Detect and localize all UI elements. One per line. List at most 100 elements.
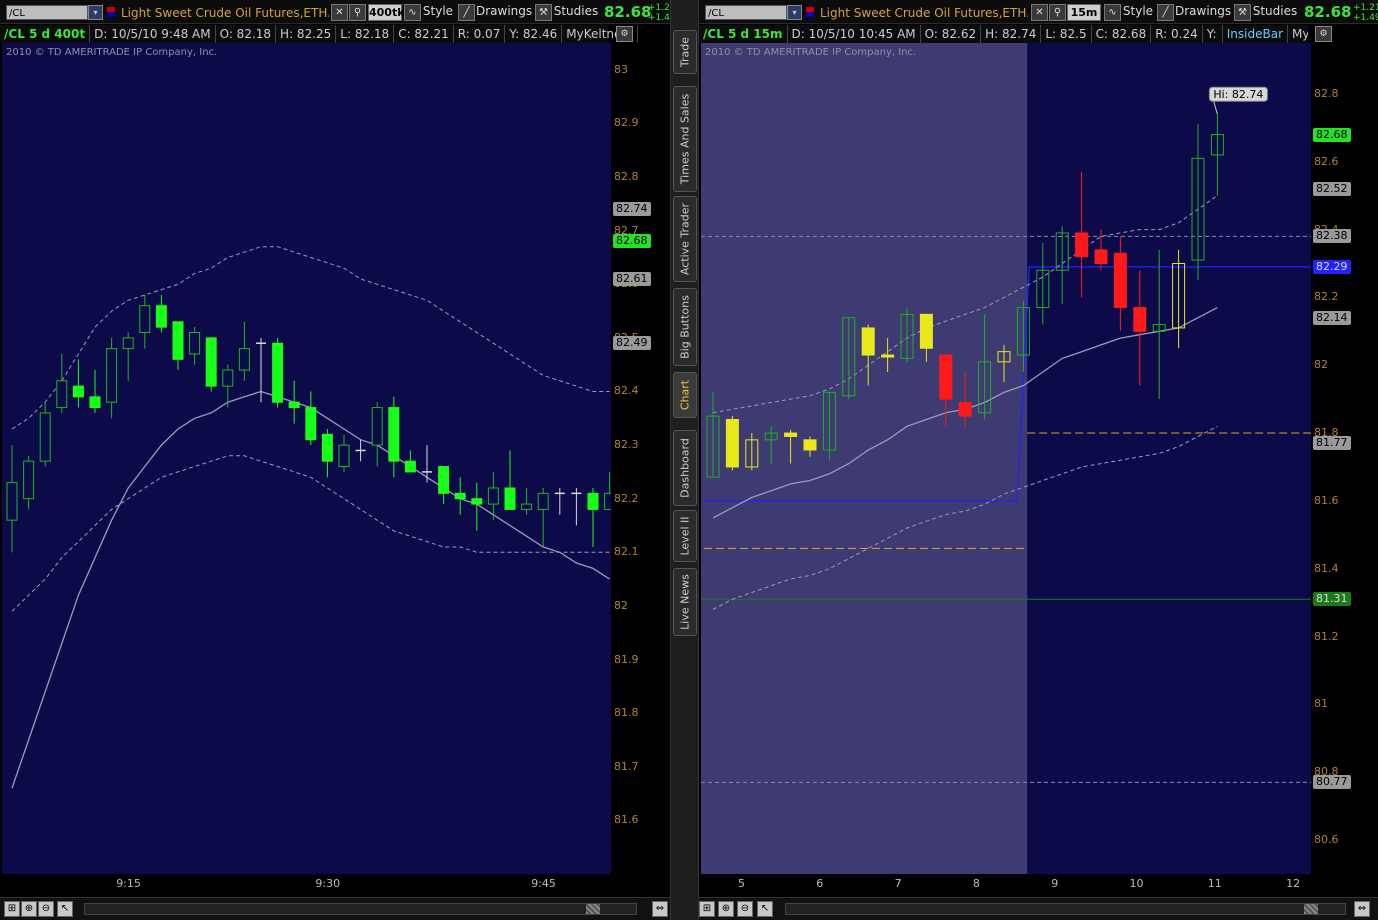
left-aggregation-button[interactable]: 400tk bbox=[368, 4, 405, 21]
left-bottom-bar: ⊞ ⊕ ⊖ ↖ ⇔ bbox=[0, 897, 670, 920]
time-tick-label: 12 bbox=[1286, 877, 1301, 890]
right-time-axis[interactable]: 5 6 7 8 9 10 11 12 bbox=[701, 874, 1311, 896]
right-study-keltner[interactable]: MyKe... bbox=[1288, 25, 1308, 43]
right-cursor-icon[interactable]: ↖ bbox=[757, 901, 773, 917]
right-study-insidebar[interactable]: InsideBar bbox=[1223, 25, 1288, 43]
left-plot-area[interactable] bbox=[2, 43, 611, 874]
candle-body bbox=[139, 305, 151, 334]
candle-body bbox=[238, 348, 250, 371]
tab-level-ii[interactable]: Level II bbox=[673, 510, 697, 562]
tab-live-news[interactable]: Live News bbox=[673, 568, 697, 636]
left-time-axis[interactable]: 9:15 9:30 9:45 bbox=[2, 874, 611, 896]
price-tick-label: 82.4 bbox=[614, 384, 639, 398]
right-zoom-out-icon[interactable]: ⊖ bbox=[737, 901, 753, 917]
price-tick-label: 82.3 bbox=[614, 438, 639, 452]
left-studies-button[interactable]: Studies bbox=[553, 4, 599, 21]
left-change: +1.21 +1.49% bbox=[648, 3, 670, 23]
left-zoom-out-icon[interactable]: ⊖ bbox=[38, 901, 54, 917]
candle-body bbox=[189, 332, 201, 355]
candle-body bbox=[521, 503, 533, 510]
left-expand-icon[interactable]: ⇔ bbox=[652, 901, 668, 917]
price-marker: 82.52 bbox=[1313, 181, 1351, 196]
tab-trade[interactable]: Trade bbox=[673, 30, 697, 74]
left-grid-icon[interactable]: ⊞ bbox=[4, 901, 20, 917]
tab-times-and-sales-label: Times And Sales bbox=[678, 93, 692, 185]
left-symbol-dropdown-icon[interactable]: ▾ bbox=[88, 5, 103, 20]
left-style-icon[interactable]: ∿ bbox=[404, 4, 421, 21]
tab-dashboard[interactable]: Dashboard bbox=[673, 430, 697, 506]
left-copyright: 2010 © TD AMERITRADE IP Company, Inc. bbox=[6, 47, 218, 58]
right-symbol-input[interactable]: /CL bbox=[705, 5, 787, 20]
left-scrollbar[interactable] bbox=[84, 903, 637, 915]
right-aggregation-button[interactable]: 15m bbox=[1067, 4, 1101, 21]
left-style-button[interactable]: Style bbox=[422, 4, 454, 21]
right-studies-button[interactable]: Studies bbox=[1252, 4, 1298, 21]
tab-level-ii-label: Level II bbox=[678, 516, 692, 556]
candle-body bbox=[504, 487, 516, 510]
right-symbol-description: Light Sweet Crude Oil Futures,ETH... bbox=[820, 6, 1028, 20]
time-tick-label: 5 bbox=[738, 877, 745, 890]
right-toolbar: /CL ▾ Light Sweet Crude Oil Futures,ETH.… bbox=[699, 0, 1378, 24]
left-drawings-button[interactable]: Drawings bbox=[476, 4, 532, 21]
left-chart-settings-icon[interactable]: ⚙ bbox=[616, 26, 633, 42]
candle-body bbox=[861, 327, 875, 356]
price-marker: 82.14 bbox=[1313, 310, 1351, 325]
tab-chart[interactable]: Chart bbox=[673, 372, 697, 418]
right-scroll-thumb[interactable] bbox=[1304, 904, 1318, 914]
left-price-axis[interactable]: 8382.982.882.782.682.582.482.382.282.182… bbox=[611, 43, 670, 874]
candle-body bbox=[222, 369, 234, 387]
right-zoom-in-icon[interactable]: ⊕ bbox=[718, 901, 734, 917]
time-tick-label: 9:30 bbox=[315, 877, 341, 890]
left-change-pct: +1.49% bbox=[648, 13, 670, 23]
candle-body bbox=[438, 466, 450, 494]
side-tabs: Trade Times And Sales Active Trader Big … bbox=[670, 0, 699, 920]
left-crosshair-icon[interactable]: ✕ bbox=[331, 4, 348, 21]
left-link-icon[interactable]: ⚲ bbox=[349, 4, 366, 21]
price-tick-label: 81.4 bbox=[1314, 561, 1339, 575]
right-drawings-button[interactable]: Drawings bbox=[1175, 4, 1231, 21]
right-link-icon[interactable]: ⚲ bbox=[1049, 4, 1066, 21]
right-studies-icon[interactable]: ⚒ bbox=[1234, 4, 1251, 21]
candle-body bbox=[288, 401, 300, 409]
left-studies-icon[interactable]: ⚒ bbox=[535, 4, 552, 21]
right-chart-settings-icon[interactable]: ⚙ bbox=[1315, 26, 1332, 42]
right-last-price: 82.68 bbox=[1304, 3, 1352, 21]
right-price-axis[interactable]: 82.882.682.482.28281.881.681.481.28180.8… bbox=[1311, 43, 1378, 874]
left-low: L: 82.18 bbox=[336, 25, 395, 43]
keltner-lower-band bbox=[11, 455, 610, 612]
right-grid-icon[interactable]: ⊞ bbox=[699, 901, 715, 917]
time-tick-label: 7 bbox=[894, 877, 902, 890]
tab-times-and-sales[interactable]: Times And Sales bbox=[673, 86, 697, 192]
candle-body bbox=[803, 439, 817, 451]
candle-body bbox=[6, 482, 18, 521]
left-drawings-icon[interactable]: ╱ bbox=[458, 4, 475, 21]
left-cursor-icon[interactable]: ↖ bbox=[57, 901, 73, 917]
right-drawings-icon[interactable]: ╱ bbox=[1157, 4, 1174, 21]
premarket-shading bbox=[701, 43, 1028, 874]
price-marker: 82.61 bbox=[613, 271, 651, 286]
right-scrollbar[interactable] bbox=[785, 903, 1346, 915]
tab-big-buttons[interactable]: Big Buttons bbox=[673, 288, 697, 366]
right-close: C: 82.68 bbox=[1092, 25, 1152, 43]
right-chart-svg: Hi: 82.74 bbox=[701, 43, 1311, 874]
right-change-pct: +1.49% bbox=[1353, 13, 1378, 23]
tab-active-trader[interactable]: Active Trader bbox=[673, 196, 697, 282]
left-close: C: 82.21 bbox=[394, 25, 454, 43]
left-zoom-in-icon[interactable]: ⊕ bbox=[21, 901, 37, 917]
candle-body bbox=[881, 354, 895, 358]
left-symbol-input[interactable]: /CL bbox=[6, 5, 88, 20]
candle-body bbox=[155, 305, 167, 328]
left-scroll-thumb[interactable] bbox=[586, 904, 600, 914]
right-expand-icon[interactable]: ⇔ bbox=[1354, 901, 1370, 917]
right-style-icon[interactable]: ∿ bbox=[1104, 4, 1121, 21]
price-tick-label: 82.8 bbox=[614, 170, 639, 184]
right-plot-area[interactable]: Hi: 82.74 bbox=[701, 43, 1311, 874]
right-crosshair-icon[interactable]: ✕ bbox=[1031, 4, 1048, 21]
right-style-button[interactable]: Style bbox=[1122, 4, 1154, 21]
left-open: O: 82.18 bbox=[216, 25, 277, 43]
candle-body bbox=[919, 313, 933, 349]
right-symbol-dropdown-icon[interactable]: ▾ bbox=[787, 5, 802, 20]
price-tick-label: 82.2 bbox=[1314, 290, 1339, 304]
keltner-mid-line bbox=[11, 390, 610, 789]
right-low: L: 82.5 bbox=[1041, 25, 1092, 43]
